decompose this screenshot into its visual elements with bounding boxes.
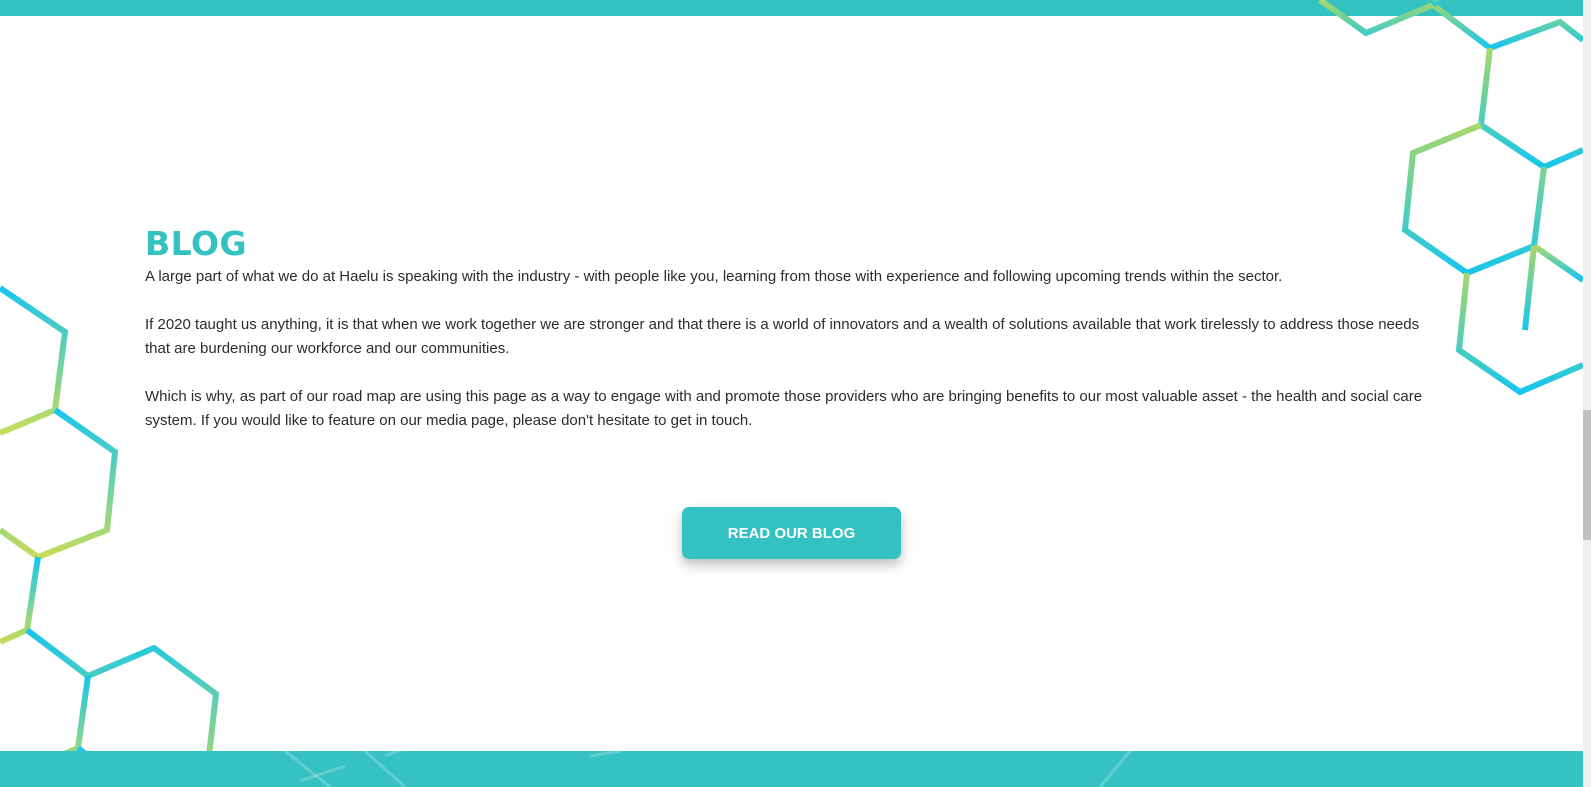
read-our-blog-button[interactable]: READ OUR BLOG <box>682 507 901 559</box>
blog-title: BLOG <box>145 224 248 263</box>
vertical-scrollbar[interactable] <box>1583 0 1591 787</box>
top-band <box>0 0 1583 16</box>
footer-band <box>0 751 1583 787</box>
blog-section: BLOG A large part of what we do at Haelu… <box>145 224 1435 457</box>
blog-paragraph: Which is why, as part of our road map ar… <box>145 387 1423 430</box>
blog-paragraph: If 2020 taught us anything, it is that w… <box>145 315 1420 358</box>
blog-paragraph: A large part of what we do at Haelu is s… <box>145 268 1283 285</box>
footer-line-pattern <box>284 751 1132 787</box>
scrollbar-thumb[interactable] <box>1583 410 1591 540</box>
